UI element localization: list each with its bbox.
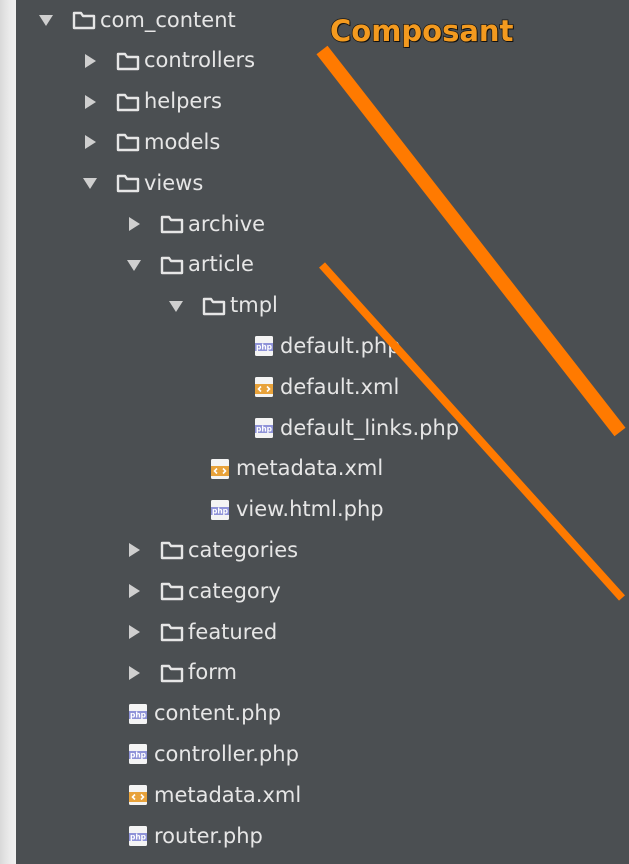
disclosure-collapsed-icon[interactable]: [80, 51, 100, 71]
tree-item-label: form: [188, 660, 237, 685]
folder-icon: [116, 50, 140, 72]
php-file-icon: php: [126, 703, 150, 725]
folder-icon: [116, 131, 140, 153]
tree-file-controller-php[interactable]: php controller.php: [126, 734, 299, 774]
folder-icon: [160, 539, 184, 561]
tree-item-label: categories: [188, 537, 299, 562]
tree-file-default-xml[interactable]: default.xml: [252, 367, 399, 407]
tree-item-label: metadata.xml: [154, 782, 302, 807]
folder-icon: [160, 213, 184, 235]
disclosure-expanded-icon[interactable]: [166, 296, 186, 316]
disclosure-collapsed-icon[interactable]: [124, 663, 144, 683]
php-file-icon: php: [252, 417, 276, 439]
tree-item-label: article: [188, 252, 254, 277]
tree-item-label: controllers: [144, 48, 256, 73]
php-file-icon: php: [126, 825, 150, 847]
project-tree-panel: com_content controllers helpers models views…: [16, 0, 629, 864]
xml-file-icon: [126, 784, 150, 806]
tree-folder-views[interactable]: views: [80, 163, 203, 203]
tree-folder-com-content[interactable]: com_content: [36, 0, 236, 40]
tree-folder-category[interactable]: category: [124, 571, 281, 611]
tree-item-label: models: [144, 129, 221, 154]
tree-file-default-links-php[interactable]: php default_links.php: [252, 408, 459, 448]
xml-file-icon: [252, 376, 276, 398]
tree-folder-archive[interactable]: archive: [124, 204, 265, 244]
folder-icon: [202, 295, 226, 317]
tree-item-label: default.php: [280, 333, 401, 358]
tree-file-router-php[interactable]: php router.php: [126, 816, 263, 856]
tree-folder-article[interactable]: article: [124, 245, 254, 285]
file-tree: com_content controllers helpers models views…: [16, 0, 629, 864]
folder-icon: [116, 172, 140, 194]
tree-item-label: featured: [188, 619, 278, 644]
tree-item-label: views: [144, 170, 204, 195]
tree-item-label: default.xml: [280, 374, 400, 399]
disclosure-expanded-icon[interactable]: [36, 10, 56, 30]
svg-text:php: php: [212, 506, 229, 515]
tree-item-label: tmpl: [230, 293, 278, 318]
tree-folder-featured[interactable]: featured: [124, 612, 277, 652]
folder-icon: [160, 662, 184, 684]
php-file-icon: php: [126, 743, 150, 765]
svg-text:php: php: [256, 343, 273, 352]
tree-file-view-html-php[interactable]: php view.html.php: [208, 490, 384, 530]
tree-folder-tmpl[interactable]: tmpl: [166, 286, 278, 326]
disclosure-collapsed-icon[interactable]: [124, 540, 144, 560]
svg-text:php: php: [130, 751, 147, 760]
disclosure-collapsed-icon[interactable]: [124, 581, 144, 601]
disclosure-expanded-icon[interactable]: [124, 255, 144, 275]
tree-item-label: controller.php: [154, 741, 299, 766]
annotation-label: Composant: [329, 13, 514, 49]
tree-file-default-php[interactable]: php default.php: [252, 326, 401, 366]
xml-file-icon: [208, 458, 232, 480]
tree-item-label: content.php: [154, 701, 282, 726]
disclosure-collapsed-icon[interactable]: [80, 132, 100, 152]
tree-folder-controllers[interactable]: controllers: [80, 41, 255, 81]
svg-text:php: php: [256, 425, 273, 434]
tree-item-label: default_links.php: [280, 415, 460, 440]
folder-icon: [116, 91, 140, 113]
disclosure-expanded-icon[interactable]: [80, 173, 100, 193]
folder-icon: [160, 580, 184, 602]
disclosure-collapsed-icon[interactable]: [124, 622, 144, 642]
tree-folder-helpers[interactable]: helpers: [80, 82, 222, 122]
php-file-icon: php: [208, 499, 232, 521]
tree-file-content-php[interactable]: php content.php: [126, 694, 281, 734]
tree-folder-form[interactable]: form: [124, 653, 237, 693]
disclosure-collapsed-icon[interactable]: [80, 92, 100, 112]
svg-text:php: php: [130, 710, 147, 719]
folder-icon: [160, 621, 184, 643]
folder-icon: [72, 9, 96, 31]
tree-folder-categories[interactable]: categories: [124, 530, 298, 570]
php-file-icon: php: [252, 335, 276, 357]
tree-item-label: archive: [188, 211, 266, 236]
tree-item-label: view.html.php: [236, 497, 384, 522]
disclosure-collapsed-icon[interactable]: [124, 214, 144, 234]
tree-file-metadata-xml[interactable]: metadata.xml: [208, 449, 383, 489]
tree-item-label: metadata.xml: [236, 456, 384, 481]
folder-icon: [160, 254, 184, 276]
tree-item-label: helpers: [144, 89, 222, 114]
svg-text:php: php: [130, 833, 147, 842]
tree-item-label: router.php: [154, 823, 263, 848]
tree-file-metadata-xml[interactable]: metadata.xml: [126, 775, 301, 815]
tree-item-label: com_content: [100, 7, 236, 32]
tree-item-label: category: [188, 578, 281, 603]
tree-folder-models[interactable]: models: [80, 122, 220, 162]
